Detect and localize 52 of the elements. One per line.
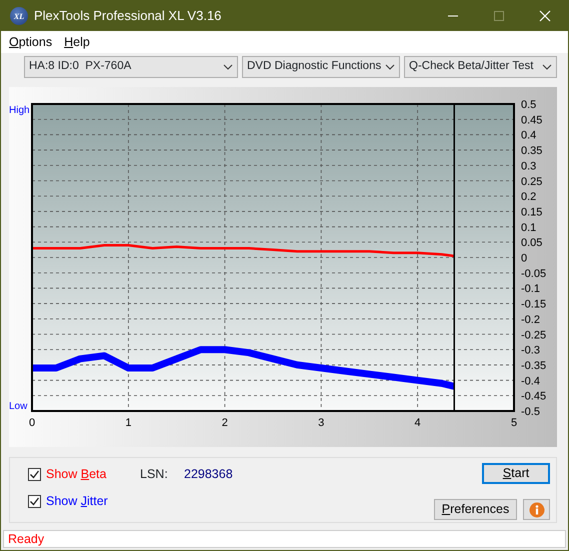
axis-label: 0.05 (521, 237, 542, 250)
axis-label: -0.3 (521, 344, 540, 357)
axis-label: 0.1 (521, 222, 536, 234)
axis-label: 2 (222, 417, 228, 429)
start-button[interactable]: Start (482, 463, 550, 484)
axis-label: -0.5 (521, 406, 540, 418)
caret-icon (385, 64, 395, 70)
lsn-label: LSN: (140, 466, 168, 483)
axis-label: 0.25 (521, 176, 542, 188)
info-button[interactable] (523, 499, 550, 520)
axis-label: 0.45 (521, 114, 542, 126)
low-label: Low (9, 401, 28, 412)
axis-label: 0.15 (521, 206, 542, 218)
axis-label: -0.4 (521, 375, 540, 388)
dropdown[interactable]: Q-Check Beta/Jitter Test (404, 56, 557, 78)
lsn-value: 2298368 (184, 466, 233, 483)
checkbox-label[interactable]: Show Jitter (46, 492, 108, 510)
axis-label: -0.35 (521, 360, 546, 372)
menu-item[interactable]: Options (5, 32, 60, 52)
axis-label: -0.1 (521, 283, 540, 296)
checkbox[interactable] (28, 494, 41, 508)
axis-label: 0.4 (521, 130, 536, 142)
axis-label: 0.3 (521, 160, 536, 172)
axis-label: 0.5 (521, 99, 536, 111)
caret-icon (223, 64, 233, 70)
axis-label: -0.15 (521, 298, 546, 311)
menu-item[interactable]: Help (60, 32, 98, 52)
axis-label: 5 (510, 417, 518, 429)
axis-label: -0.05 (521, 268, 546, 280)
close-icon (539, 10, 551, 22)
maximize-icon (493, 10, 505, 22)
axis-label: 0.2 (521, 191, 536, 204)
checkbox[interactable] (28, 468, 41, 481)
window-title: PlexTools Professional XL V3.16 (34, 7, 222, 26)
high-label: High (9, 105, 30, 116)
axis-label: 4 (414, 417, 421, 429)
axis-label: -0.45 (521, 390, 546, 403)
caret-icon (542, 64, 552, 70)
axis-label: 0.35 (521, 145, 542, 158)
info-icon (528, 502, 544, 518)
logo-icon: XL (10, 7, 28, 25)
axis-label: 0 (521, 252, 528, 264)
axis-label: 0 (28, 417, 36, 429)
axis-label: -0.25 (521, 329, 546, 342)
preferences-button[interactable]: Preferences (434, 499, 517, 520)
status-text: Ready (3, 530, 566, 548)
checkbox-label[interactable]: Show Beta (46, 465, 106, 484)
axis-label: 3 (318, 417, 324, 429)
axis-label: 1 (125, 417, 132, 429)
dropdown[interactable]: DVD Diagnostic Functions (242, 56, 400, 78)
dropdown[interactable]: HA:8 ID:0 PX-760A (24, 56, 238, 78)
axis-label: -0.2 (521, 314, 540, 326)
